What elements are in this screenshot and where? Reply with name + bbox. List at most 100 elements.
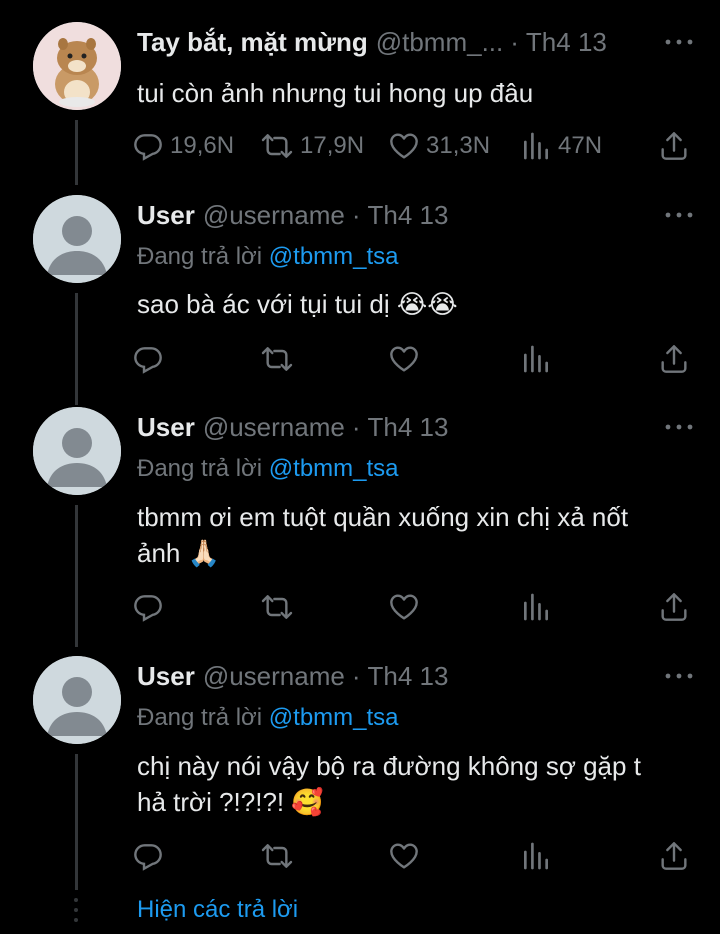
like-button[interactable]: 31,3N	[388, 130, 490, 162]
heart-icon	[388, 343, 420, 375]
more-icon[interactable]	[664, 210, 694, 220]
replying-prefix: Đang trả lời	[137, 243, 263, 270]
text-line: ảnh 🙏🏻	[137, 538, 220, 568]
username-handle[interactable]: @tbmm_...	[376, 27, 504, 58]
show-replies-link[interactable]: Hiện các trả lời	[137, 896, 298, 924]
action-bar: 19,6N 17,9N 31,3N 47N	[132, 130, 692, 164]
replying-to: Đang trả lời @tbmm_tsa	[137, 704, 399, 732]
replying-prefix: Đang trả lời	[137, 704, 263, 731]
action-bar	[132, 840, 692, 874]
retweet-icon	[260, 840, 294, 872]
retweet-icon	[260, 130, 294, 162]
heart-icon	[388, 840, 420, 872]
views-button[interactable]	[520, 343, 552, 375]
avatar[interactable]	[33, 22, 121, 110]
tweet-date[interactable]: Th4 13	[526, 27, 607, 58]
tweet-header: Tay bắt, mặt mừng @tbmm_... · Th4 13	[137, 27, 607, 58]
share-button[interactable]	[658, 130, 690, 162]
more-icon[interactable]	[664, 671, 694, 681]
thread-line	[75, 754, 78, 890]
share-icon	[658, 130, 690, 162]
tweet-text: tui còn ảnh nhưng tui hong up đâu	[137, 78, 534, 108]
like-button[interactable]	[388, 343, 420, 375]
more-icon[interactable]	[664, 37, 694, 47]
retweet-button[interactable]	[260, 343, 294, 375]
retweet-count: 17,9N	[300, 132, 365, 159]
tweet-header: User @username · Th4 13	[137, 661, 448, 692]
views-button[interactable]: 47N	[520, 130, 602, 162]
reply-button[interactable]	[132, 343, 164, 375]
tweet-header: User @username · Th4 13	[137, 200, 448, 231]
reply-icon	[132, 130, 164, 162]
share-icon	[658, 591, 690, 623]
retweet-icon	[260, 343, 294, 375]
tweet-text: chị này nói vậy bộ ra đường không sợ gặp…	[137, 748, 697, 820]
reply-tweet[interactable]: User @username · Th4 13 Đang trả lời @tb…	[0, 397, 720, 647]
separator-dot: ·	[351, 200, 361, 230]
avatar[interactable]	[33, 656, 121, 744]
username-handle[interactable]: @username	[203, 412, 345, 443]
views-icon	[520, 130, 552, 162]
avatar[interactable]	[33, 407, 121, 495]
replying-to: Đang trả lời @tbmm_tsa	[137, 455, 399, 483]
tweet-date[interactable]: Th4 13	[368, 200, 449, 231]
tweet-date[interactable]: Th4 13	[368, 412, 449, 443]
share-button[interactable]	[658, 840, 690, 872]
chipmunk-avatar-icon	[33, 22, 121, 110]
thread-line	[75, 505, 78, 647]
retweet-button[interactable]	[260, 591, 294, 623]
views-count: 47N	[558, 132, 603, 159]
views-button[interactable]	[520, 591, 552, 623]
display-name[interactable]: User	[137, 200, 195, 231]
tweet-text: tbmm ơi em tuột quần xuống xin chị xả nố…	[137, 499, 697, 571]
reply-button[interactable]	[132, 840, 164, 872]
separator-dot: ·	[351, 412, 361, 442]
share-icon	[658, 343, 690, 375]
username-handle[interactable]: @username	[203, 661, 345, 692]
reply-icon	[132, 591, 164, 623]
mention-link[interactable]: @tbmm_tsa	[269, 455, 399, 482]
text-line: chị này nói vậy bộ ra đường không sợ gặp…	[137, 751, 641, 781]
avatar[interactable]	[33, 195, 121, 283]
thread-line	[75, 293, 78, 405]
display-name[interactable]: Tay bắt, mặt mừng	[137, 27, 368, 58]
like-button[interactable]	[388, 591, 420, 623]
retweet-icon	[260, 591, 294, 623]
original-tweet[interactable]: Tay bắt, mặt mừng @tbmm_... · Th4 13 tui…	[0, 0, 720, 185]
like-count: 31,3N	[426, 132, 491, 159]
reply-button[interactable]: 19,6N	[132, 130, 234, 162]
like-button[interactable]	[388, 840, 420, 872]
text-line: tbmm ơi em tuột quần xuống xin chị xả nố…	[137, 502, 629, 532]
display-name[interactable]: User	[137, 661, 195, 692]
default-avatar-icon	[33, 407, 121, 495]
heart-icon	[388, 130, 420, 162]
views-icon	[520, 343, 552, 375]
retweet-button[interactable]	[260, 840, 294, 872]
mention-link[interactable]: @tbmm_tsa	[269, 243, 399, 270]
separator-dot: ·	[510, 27, 519, 57]
thread-continuation-dots	[73, 898, 79, 928]
retweet-button[interactable]: 17,9N	[260, 130, 364, 162]
action-bar	[132, 343, 692, 377]
thread-line	[75, 120, 78, 185]
tweet-text: sao bà ác với tụi tui dị 😭😭	[137, 286, 697, 322]
share-button[interactable]	[658, 343, 690, 375]
more-icon[interactable]	[664, 422, 694, 432]
replying-to: Đang trả lời @tbmm_tsa	[137, 243, 399, 271]
reply-tweet[interactable]: User @username · Th4 13 Đang trả lời @tb…	[0, 185, 720, 405]
default-avatar-icon	[33, 656, 121, 744]
share-button[interactable]	[658, 591, 690, 623]
username-handle[interactable]: @username	[203, 200, 345, 231]
default-avatar-icon	[33, 195, 121, 283]
reply-button[interactable]	[132, 591, 164, 623]
mention-link[interactable]: @tbmm_tsa	[269, 704, 399, 731]
separator-dot: ·	[351, 661, 361, 691]
reply-icon	[132, 343, 164, 375]
views-button[interactable]	[520, 840, 552, 872]
text-line: sao bà ác với tụi tui dị 😭😭	[137, 289, 458, 319]
display-name[interactable]: User	[137, 412, 195, 443]
share-icon	[658, 840, 690, 872]
reply-tweet[interactable]: User @username · Th4 13 Đang trả lời @tb…	[0, 646, 720, 896]
tweet-date[interactable]: Th4 13	[368, 661, 449, 692]
views-icon	[520, 840, 552, 872]
